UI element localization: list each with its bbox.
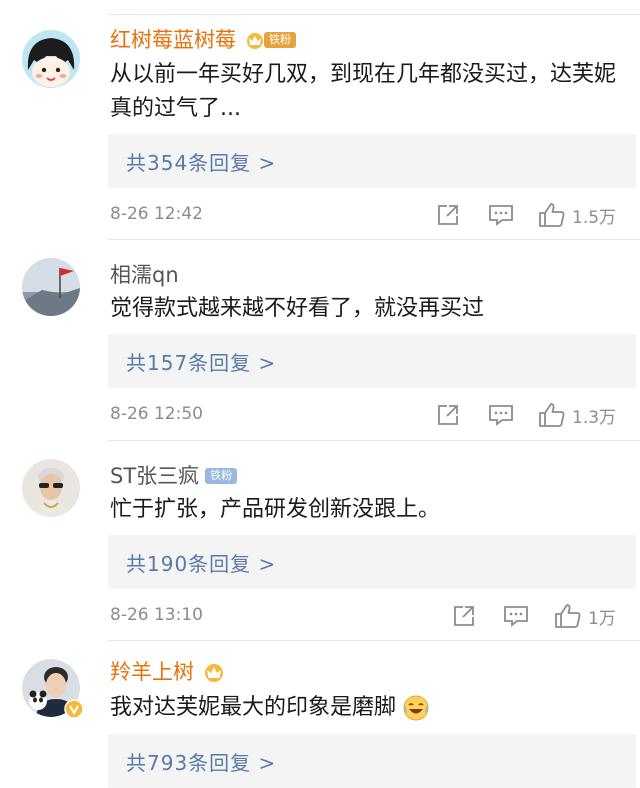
fan-badge: 铁粉 bbox=[205, 466, 238, 486]
thumbs-up-icon bbox=[555, 604, 581, 628]
replies-link[interactable]: 共793条回复 > bbox=[108, 734, 636, 788]
comment-item: ST张三疯 铁粉 忙于扩张，产品研发创新没跟上。 共190条回复 > 8-26 … bbox=[0, 441, 640, 641]
comment-text-content: 我对达芙妮最大的印象是磨脚 bbox=[110, 695, 397, 720]
like-count: 1万 bbox=[588, 608, 616, 629]
avatar-man-sunglasses-icon bbox=[22, 459, 80, 517]
timestamp: 8-26 13:10 bbox=[110, 605, 203, 625]
comment-button[interactable] bbox=[503, 603, 529, 629]
like-button[interactable]: 1.5万 bbox=[538, 202, 616, 228]
comment-meta: 8-26 12:42 1.5万 bbox=[110, 200, 640, 230]
share-button[interactable] bbox=[436, 202, 460, 228]
username-text[interactable]: ST张三疯 bbox=[110, 463, 199, 489]
fan-badge-label: 铁粉 bbox=[264, 32, 296, 48]
crying-laughing-emoji-icon bbox=[403, 695, 429, 721]
comment-meta: 8-26 13:10 1万 bbox=[110, 601, 640, 631]
comment-item: 相濡qn 觉得款式越来越不好看了，就没再买过 共157条回复 > 8-26 12… bbox=[0, 240, 640, 440]
replies-count[interactable]: 共354条回复 > bbox=[126, 147, 276, 176]
comment-button[interactable] bbox=[488, 202, 514, 228]
share-button[interactable] bbox=[452, 603, 476, 629]
replies-count[interactable]: 共793条回复 > bbox=[126, 747, 276, 776]
avatar-cartoon-girl-icon bbox=[22, 30, 80, 88]
share-icon bbox=[454, 606, 474, 626]
avatar[interactable] bbox=[22, 659, 84, 719]
fan-badge-label: 铁粉 bbox=[205, 468, 238, 484]
fan-badge: 铁粉 bbox=[244, 30, 296, 50]
avatar[interactable] bbox=[22, 459, 80, 517]
comment-text: 觉得款式越来越不好看了，就没再买过 bbox=[110, 296, 485, 321]
comment-button[interactable] bbox=[488, 402, 514, 428]
replies-link[interactable]: 共354条回复 > bbox=[108, 134, 636, 188]
like-button[interactable]: 1万 bbox=[554, 603, 616, 629]
username-text[interactable]: 羚羊上树 bbox=[110, 659, 194, 685]
username-text[interactable]: 红树莓蓝树莓 bbox=[110, 27, 236, 53]
like-button[interactable]: 1.3万 bbox=[538, 402, 616, 428]
like-count: 1.3万 bbox=[572, 407, 617, 428]
username-text[interactable]: 相濡qn bbox=[110, 262, 179, 288]
share-icon bbox=[438, 405, 458, 425]
comment-item: 羚羊上树 我对达芙妮最大的印象是磨脚 共793条回复 > bbox=[0, 641, 640, 788]
comment-item: 红树莓蓝树莓 铁粉 从以前一年买好几双，到现在几年都没买过，达芙妮真的过气了..… bbox=[0, 0, 640, 230]
crown-badge-icon bbox=[205, 664, 223, 682]
avatar-flag-landscape-icon bbox=[22, 258, 80, 316]
username[interactable]: ST张三疯 铁粉 bbox=[110, 463, 238, 489]
avatar[interactable] bbox=[22, 30, 80, 88]
share-button[interactable] bbox=[436, 402, 460, 428]
thumbs-up-icon bbox=[539, 203, 565, 227]
timestamp: 8-26 12:50 bbox=[110, 404, 203, 424]
comment-icon bbox=[489, 205, 513, 226]
username[interactable]: 羚羊上树 bbox=[110, 659, 226, 685]
avatar[interactable] bbox=[22, 258, 80, 316]
crown-badge-icon bbox=[247, 33, 263, 49]
replies-link[interactable]: 共190条回复 > bbox=[108, 535, 636, 589]
comment-text: 从以前一年买好几双，到现在几年都没买过，达芙妮真的过气了... bbox=[110, 62, 617, 121]
comment-icon bbox=[504, 606, 528, 627]
username[interactable]: 相濡qn bbox=[110, 262, 179, 288]
username[interactable]: 红树莓蓝树莓 铁粉 bbox=[110, 27, 296, 53]
like-count: 1.5万 bbox=[572, 207, 617, 228]
comment-icon bbox=[489, 405, 513, 426]
comment-text: 忙于扩张，产品研发创新没跟上。 bbox=[110, 497, 441, 522]
timestamp: 8-26 12:42 bbox=[110, 204, 203, 224]
replies-count[interactable]: 共157条回复 > bbox=[126, 347, 276, 376]
comment-meta: 8-26 12:50 1.3万 bbox=[110, 400, 640, 430]
comment-text: 我对达芙妮最大的印象是磨脚 bbox=[110, 691, 618, 725]
replies-count[interactable]: 共190条回复 > bbox=[126, 548, 276, 577]
verified-icon bbox=[64, 699, 84, 719]
thumbs-up-icon bbox=[539, 403, 565, 427]
replies-link[interactable]: 共157条回复 > bbox=[108, 334, 636, 388]
share-icon bbox=[438, 205, 458, 225]
